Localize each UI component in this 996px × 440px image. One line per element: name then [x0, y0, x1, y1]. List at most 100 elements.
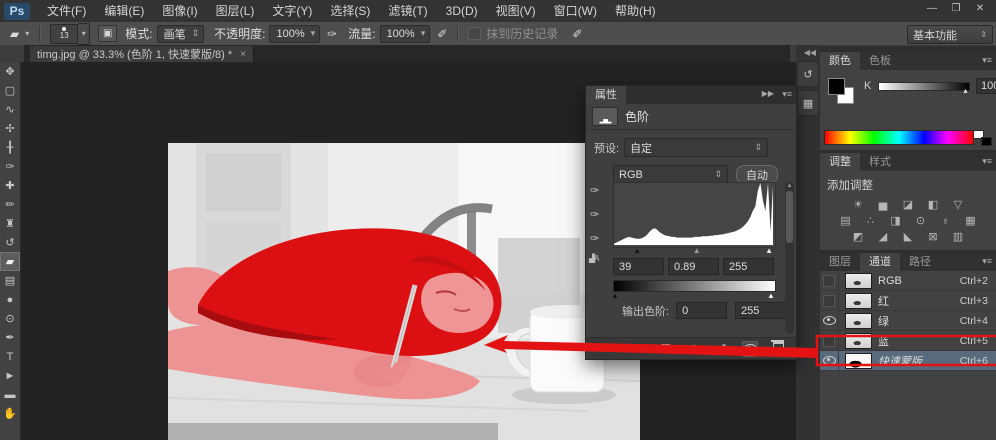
tool-preset-arrow-icon[interactable]: ▾	[25, 29, 29, 38]
tab-adjustments[interactable]: 调整	[820, 153, 860, 171]
black-swatch[interactable]	[981, 137, 992, 146]
midtone-input[interactable]: 0.89	[668, 258, 719, 275]
adjustment-icon-1-4[interactable]: ♁	[938, 214, 954, 227]
white-point-eyedropper-icon[interactable]: ✑	[590, 232, 599, 245]
menu-编辑(E)[interactable]: 编辑(E)	[95, 0, 153, 22]
adjustment-icon-0-2[interactable]: ◪	[900, 198, 916, 211]
opacity-select[interactable]: 100%▾	[269, 25, 320, 43]
brush-preset-picker[interactable]: 13	[50, 24, 78, 44]
adjustment-icon-1-3[interactable]: ⊙	[913, 214, 929, 227]
visibility-toggle[interactable]	[820, 311, 839, 330]
shape-tool[interactable]: ▬	[0, 385, 20, 404]
collapse-panel-icon[interactable]: ▶▶	[762, 89, 774, 98]
flow-select[interactable]: 100%▾	[380, 25, 431, 43]
visibility-toggle[interactable]	[820, 331, 839, 350]
output-low-input[interactable]: 0	[676, 302, 727, 319]
visibility-toggle[interactable]	[820, 291, 839, 310]
menu-图层(L)[interactable]: 图层(L)	[207, 0, 264, 22]
adjustment-icon-0-0[interactable]: ☀	[850, 198, 866, 211]
color-spectrum-ramp[interactable]	[824, 130, 974, 145]
channel-row-蓝[interactable]: 蓝Ctrl+5	[820, 331, 996, 351]
panel-menu-icon[interactable]: ▾≡	[982, 55, 992, 66]
clone-stamp-tool[interactable]: ♜	[0, 214, 20, 233]
info-panel-button[interactable]: ▦	[797, 90, 819, 116]
tab-properties[interactable]: 属性	[586, 86, 626, 104]
brush-tool[interactable]: ✏	[0, 195, 20, 214]
canvas-photo[interactable]	[168, 143, 640, 440]
menu-文字(Y)[interactable]: 文字(Y)	[263, 0, 321, 22]
tab-channels[interactable]: 通道	[860, 253, 900, 271]
blur-tool[interactable]: ●	[0, 290, 20, 309]
properties-scrollbar[interactable]: ▲	[785, 182, 794, 334]
dodge-tool[interactable]: ⊙	[0, 309, 20, 328]
output-shadow-slider[interactable]: ▲	[611, 291, 619, 300]
channel-row-快速蒙版[interactable]: 快速蒙版Ctrl+6	[820, 351, 996, 371]
tab-layers[interactable]: 图层	[820, 253, 860, 271]
channel-row-绿[interactable]: 绿Ctrl+4	[820, 311, 996, 331]
tab-color[interactable]: 颜色	[820, 52, 860, 70]
path-select-tool[interactable]: ►	[0, 366, 20, 385]
restore-button[interactable]: ❐	[944, 1, 968, 16]
menu-视图(V)[interactable]: 视图(V)	[487, 0, 545, 22]
eye-icon[interactable]	[823, 356, 836, 365]
pen-tool[interactable]: ✒	[0, 328, 20, 347]
quick-select-tool[interactable]: ✢	[0, 119, 20, 138]
gradient-tool[interactable]: ▤	[0, 271, 20, 290]
brush-picker-arrow-icon[interactable]: ▾	[78, 23, 90, 45]
scrollbar-thumb[interactable]	[786, 191, 793, 243]
menu-窗口(W)[interactable]: 窗口(W)	[545, 0, 606, 22]
visibility-toggle[interactable]	[820, 351, 839, 370]
mode-select[interactable]: 画笔⇕	[157, 25, 205, 43]
tablet-pressure-icon[interactable]: ✐	[572, 27, 582, 41]
panel-menu-icon[interactable]: ▾≡	[982, 156, 992, 167]
adjustment-icon-1-1[interactable]: ∴	[863, 214, 879, 227]
healing-brush-tool[interactable]: ✚	[0, 176, 20, 195]
adjustment-icon-1-0[interactable]: ▤	[838, 214, 854, 227]
gray-point-eyedropper-icon[interactable]: ✑	[590, 208, 599, 221]
midtone-slider[interactable]: ▲	[693, 246, 701, 255]
adjustment-icon-1-5[interactable]: ▦	[963, 214, 979, 227]
tab-paths[interactable]: 路径	[900, 253, 940, 271]
eye-empty-box[interactable]	[823, 275, 835, 287]
eraser-tool[interactable]: ▰	[0, 252, 20, 271]
expand-panels-icon[interactable]: ◀◀	[796, 45, 820, 61]
foreground-color-swatch[interactable]	[828, 78, 845, 95]
adjustment-icon-0-3[interactable]: ◧	[925, 198, 941, 211]
toggle-visibility-icon[interactable]	[742, 341, 758, 357]
channel-row-RGB[interactable]: RGBCtrl+2	[820, 271, 996, 291]
eye-icon[interactable]	[823, 316, 836, 325]
adjustment-icon-2-1[interactable]: ◢	[875, 230, 891, 243]
delete-adjustment-icon[interactable]	[770, 341, 786, 357]
workspace-switcher[interactable]: 基本功能 ⇕	[907, 25, 993, 44]
menu-选择(S)[interactable]: 选择(S)	[321, 0, 379, 22]
k-value-field[interactable]: 100	[976, 78, 996, 94]
k-channel-slider[interactable]	[878, 82, 970, 91]
menu-3D(D)[interactable]: 3D(D)	[437, 0, 487, 22]
panel-menu-icon[interactable]: ▾≡	[782, 89, 792, 100]
close-button[interactable]: ✕	[968, 1, 992, 16]
adjustment-icon-0-4[interactable]: ▽	[950, 198, 966, 211]
visibility-toggle[interactable]	[820, 271, 839, 290]
pressure-opacity-icon[interactable]: ✑	[327, 27, 337, 41]
crop-tool[interactable]: ╂	[0, 138, 20, 157]
tab-styles[interactable]: 样式	[860, 153, 900, 171]
adjustment-icon-0-1[interactable]: ▅	[875, 198, 891, 211]
panel-menu-icon[interactable]: ▾≡	[982, 256, 992, 267]
toggle-brush-panel-icon[interactable]: ▣	[98, 25, 117, 42]
adjustment-icon-1-2[interactable]: ◨	[888, 214, 904, 227]
adjustment-icon-2-3[interactable]: ⊠	[925, 230, 941, 243]
black-point-eyedropper-icon[interactable]: ✑	[590, 184, 599, 197]
eyedropper-tool[interactable]: ✑	[0, 157, 20, 176]
eye-empty-box[interactable]	[823, 295, 835, 307]
menu-滤镜(T)[interactable]: 滤镜(T)	[379, 0, 436, 22]
view-previous-state-icon[interactable]: ◉	[686, 341, 702, 357]
tab-close-icon[interactable]: ×	[240, 49, 246, 60]
type-tool[interactable]: T	[0, 347, 20, 366]
menu-文件(F)[interactable]: 文件(F)	[38, 0, 95, 22]
output-highlight-slider[interactable]: ▲	[767, 291, 775, 300]
clip-to-layer-icon[interactable]: ❏	[658, 341, 674, 357]
channel-row-红[interactable]: 红Ctrl+3	[820, 291, 996, 311]
output-high-input[interactable]: 255	[735, 302, 786, 319]
highlight-slider[interactable]: ▲	[765, 246, 773, 255]
refine-histogram-icon[interactable]: ▟A	[589, 254, 599, 263]
